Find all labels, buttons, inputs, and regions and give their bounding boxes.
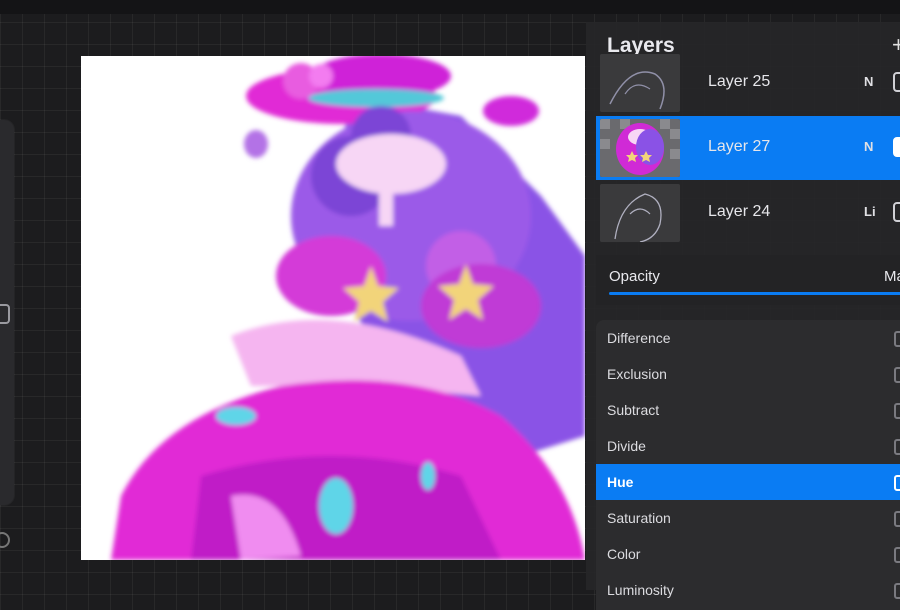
opacity-value: Ma: [884, 268, 900, 285]
blend-mode-label: Color: [607, 546, 641, 562]
blend-mode-item[interactable]: Luminosity: [596, 572, 900, 608]
layer-row-25[interactable]: Layer 25 N: [596, 51, 900, 115]
blend-mode-list: Difference Exclusion Subtract Divide Hue…: [596, 320, 900, 610]
layer-thumbnail: [600, 184, 680, 242]
drawing-canvas[interactable]: [81, 56, 585, 560]
blend-mode-label: Divide: [607, 438, 646, 454]
blend-mode-icon: [894, 367, 900, 383]
blend-mode-item-hue[interactable]: Hue: [596, 464, 900, 500]
layer-row-24[interactable]: Layer 24 Li: [596, 181, 900, 245]
artwork: [111, 56, 585, 560]
layer-row-27[interactable]: Layer 27 N: [596, 116, 900, 180]
blend-mode-label: Subtract: [607, 402, 660, 418]
layer-thumbnail: [600, 119, 680, 177]
opacity-label: Opacity: [609, 268, 660, 285]
blend-mode-icon: [894, 475, 900, 491]
layer-name: Layer 27: [708, 138, 771, 155]
blend-mode-item[interactable]: Divide: [596, 428, 900, 464]
sketch-thumbnail-icon: [600, 184, 680, 242]
blend-mode-item[interactable]: Difference: [596, 320, 900, 356]
sketch-thumbnail-icon: [600, 54, 680, 112]
blend-mode-item[interactable]: Saturation: [596, 500, 900, 536]
blend-mode-item[interactable]: Color: [596, 536, 900, 572]
visibility-checkbox-icon[interactable]: [893, 72, 900, 92]
layers-panel: Layers + Layer 25 N Layer 27 N Layer 24 …: [586, 22, 900, 610]
layer-blend-mode[interactable]: N: [864, 139, 873, 154]
visibility-checkbox-icon[interactable]: [893, 202, 900, 222]
opacity-slider[interactable]: [609, 292, 900, 295]
visibility-checkbox-icon[interactable]: [893, 137, 900, 157]
layer-name: Layer 24: [708, 203, 771, 220]
opacity-control[interactable]: Opacity Ma: [596, 255, 900, 305]
layer-thumbnail: [600, 54, 680, 112]
blend-mode-icon: [894, 331, 900, 347]
layer-blend-mode[interactable]: N: [864, 74, 873, 89]
layer-blend-mode[interactable]: Li: [864, 204, 876, 219]
blend-mode-label: Exclusion: [607, 366, 667, 382]
undo-icon[interactable]: [0, 532, 10, 548]
blend-mode-label: Hue: [607, 474, 634, 490]
blend-mode-icon: [894, 403, 900, 419]
layer-name: Layer 25: [708, 73, 771, 90]
blend-mode-label: Luminosity: [607, 582, 674, 598]
blend-mode-label: Saturation: [607, 510, 671, 526]
blend-mode-icon: [894, 583, 900, 599]
blend-mode-item[interactable]: Subtract: [596, 392, 900, 428]
blend-mode-icon: [894, 547, 900, 563]
color-thumbnail-icon: [600, 119, 680, 177]
top-toolbar: [0, 0, 900, 14]
modify-button[interactable]: [0, 304, 10, 324]
blend-mode-icon: [894, 439, 900, 455]
blend-mode-label: Difference: [607, 330, 671, 346]
blend-mode-item[interactable]: Exclusion: [596, 356, 900, 392]
blend-mode-icon: [894, 511, 900, 527]
